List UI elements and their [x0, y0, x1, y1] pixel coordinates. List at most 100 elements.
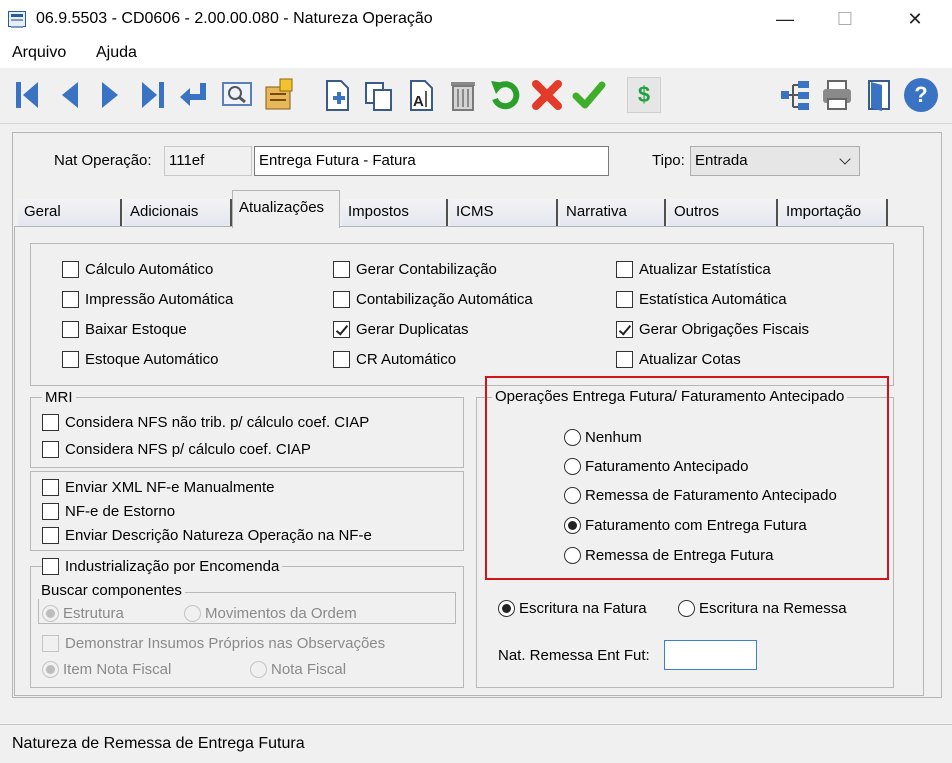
search-icon[interactable] — [220, 77, 254, 113]
edit-icon[interactable]: A — [404, 77, 438, 113]
confirm-icon[interactable] — [572, 77, 606, 113]
checkbox-box — [616, 291, 633, 308]
baixar-estoque-checkbox[interactable]: Baixar Estoque — [62, 321, 187, 338]
tab-narrativa[interactable]: Narrativa — [560, 199, 666, 226]
gerar-duplicatas-checkbox[interactable]: Gerar Duplicatas — [333, 321, 469, 338]
entrega-futura-title: Operações Entrega Futura/ Faturamento An… — [492, 388, 848, 405]
new-icon[interactable] — [320, 77, 354, 113]
toolbar: A $ ? — [0, 68, 952, 124]
tab-geral[interactable]: Geral — [18, 199, 122, 226]
menu-arquivo[interactable]: Arquivo — [12, 44, 66, 62]
gerar-obrigacoes-fiscais-checkbox[interactable]: Gerar Obrigações Fiscais — [616, 321, 809, 338]
next-icon[interactable] — [94, 77, 128, 113]
demonstrar-insumos-checkbox[interactable]: Demonstrar Insumos Próprios nas Observaç… — [42, 635, 385, 652]
first-icon[interactable] — [10, 77, 44, 113]
currency-icon[interactable]: $ — [627, 77, 661, 113]
checkbox-box — [333, 261, 350, 278]
delete-icon[interactable] — [446, 77, 480, 113]
copy-icon[interactable] — [362, 77, 396, 113]
radio-circle — [250, 661, 267, 678]
checkbox-label: Enviar XML NF-e Manualmente — [65, 479, 275, 496]
checkbox-label: Contabilização Automática — [356, 291, 533, 308]
impressao-automatica-checkbox[interactable]: Impressão Automática — [62, 291, 233, 308]
help-icon[interactable]: ? — [904, 78, 938, 112]
radio-label: Escritura na Remessa — [699, 600, 847, 617]
checkbox-box — [42, 635, 59, 652]
checkbox-box — [42, 441, 59, 458]
remessa-entrega-futura-radio[interactable]: Remessa de Entrega Futura — [564, 547, 773, 564]
print-icon[interactable] — [820, 77, 854, 113]
considera-nfs-nao-trib-checkbox[interactable]: Considera NFS não trib. p/ cálculo coef.… — [42, 414, 369, 431]
checkbox-box — [42, 503, 59, 520]
tipo-label: Tipo: — [652, 152, 685, 169]
checkbox-label: Enviar Descrição Natureza Operação na NF… — [65, 527, 372, 544]
checkbox-box — [42, 414, 59, 431]
radio-label: Nenhum — [585, 429, 642, 446]
enviar-xml-checkbox[interactable]: Enviar XML NF-e Manualmente — [42, 479, 275, 496]
chevron-down-icon — [839, 153, 851, 165]
checkbox-box — [62, 351, 79, 368]
tab-icms[interactable]: ICMS — [450, 199, 558, 226]
prev-icon[interactable] — [52, 77, 86, 113]
nat-desc-input[interactable]: Entrega Futura - Fatura — [254, 146, 609, 176]
remessa-faturamento-antecipado-radio[interactable]: Remessa de Faturamento Antecipado — [564, 487, 837, 504]
checkbox-label: Industrialização por Encomenda — [65, 558, 280, 575]
radio-circle — [564, 547, 581, 564]
atualizar-cotas-checkbox[interactable]: Atualizar Cotas — [616, 351, 741, 368]
tab-adicionais[interactable]: Adicionais — [124, 199, 232, 226]
movimentos-ordem-radio[interactable]: Movimentos da Ordem — [184, 605, 357, 622]
radio-label: Nota Fiscal — [271, 661, 347, 678]
gerar-contabilizacao-checkbox[interactable]: Gerar Contabilização — [333, 261, 497, 278]
undo-icon[interactable] — [488, 77, 522, 113]
cancel-icon[interactable] — [530, 77, 564, 113]
exit-icon[interactable] — [862, 77, 896, 113]
estrutura-radio[interactable]: Estrutura — [42, 605, 124, 622]
checkbox-label: Estoque Automático — [85, 351, 219, 368]
tab-outros[interactable]: Outros — [668, 199, 778, 226]
nfe-estorno-checkbox[interactable]: NF-e de Estorno — [42, 503, 175, 520]
industrializacao-checkbox[interactable]: Industrialização por Encomenda — [42, 558, 283, 575]
tab-atualizacoes[interactable]: Atualizações — [232, 190, 340, 228]
escritura-remessa-radio[interactable]: Escritura na Remessa — [678, 600, 847, 617]
tab-importacao[interactable]: Importação — [780, 199, 888, 226]
faturamento-antecipado-radio[interactable]: Faturamento Antecipado — [564, 458, 748, 475]
status-text: Natureza de Remessa de Entrega Futura — [12, 735, 305, 752]
checkbox-box — [616, 261, 633, 278]
enviar-descricao-checkbox[interactable]: Enviar Descrição Natureza Operação na NF… — [42, 527, 372, 544]
nenhum-radio[interactable]: Nenhum — [564, 429, 642, 446]
checkbox-label: CR Automático — [356, 351, 457, 368]
cr-automatico-checkbox[interactable]: CR Automático — [333, 351, 456, 368]
status-bar: Natureza de Remessa de Entrega Futura — [0, 724, 952, 763]
radio-circle — [184, 605, 201, 622]
item-nota-fiscal-radio[interactable]: Item Nota Fiscal — [42, 661, 171, 678]
last-icon[interactable] — [136, 77, 170, 113]
radio-circle — [42, 605, 59, 622]
considera-nfs-checkbox[interactable]: Considera NFS p/ cálculo coef. CIAP — [42, 441, 311, 458]
radio-circle — [564, 429, 581, 446]
estatistica-automatica-checkbox[interactable]: Estatística Automática — [616, 291, 787, 308]
calculo-automatico-checkbox[interactable]: Cálculo Automático — [62, 261, 213, 278]
minimize-button[interactable]: — — [762, 0, 808, 40]
menu-ajuda[interactable]: Ajuda — [96, 44, 137, 62]
tipo-select[interactable]: Entrada — [690, 146, 860, 176]
close-button[interactable]: ✕ — [892, 0, 938, 40]
nat-remessa-input[interactable] — [664, 640, 757, 670]
enter-icon[interactable] — [176, 77, 210, 113]
contabilizacao-automatica-checkbox[interactable]: Contabilização Automática — [333, 291, 533, 308]
checkbox-box — [616, 321, 633, 338]
tree-icon[interactable] — [778, 77, 812, 113]
notes-icon[interactable] — [262, 77, 296, 113]
atualizar-estatistica-checkbox[interactable]: Atualizar Estatística — [616, 261, 771, 278]
tab-impostos[interactable]: Impostos — [342, 199, 448, 226]
checkbox-box — [62, 261, 79, 278]
nota-fiscal-radio[interactable]: Nota Fiscal — [250, 661, 346, 678]
checkbox-box — [62, 321, 79, 338]
radio-circle — [42, 661, 59, 678]
checkbox-box — [62, 291, 79, 308]
maximize-button[interactable]: ☐ — [822, 0, 868, 40]
escritura-fatura-radio[interactable]: Escritura na Fatura — [498, 600, 647, 617]
checkbox-label: Atualizar Cotas — [639, 351, 741, 368]
faturamento-entrega-futura-radio[interactable]: Faturamento com Entrega Futura — [564, 517, 807, 534]
title-bar: 06.9.5503 - CD0606 - 2.00.00.080 - Natur… — [0, 0, 952, 40]
estoque-automatico-checkbox[interactable]: Estoque Automático — [62, 351, 218, 368]
